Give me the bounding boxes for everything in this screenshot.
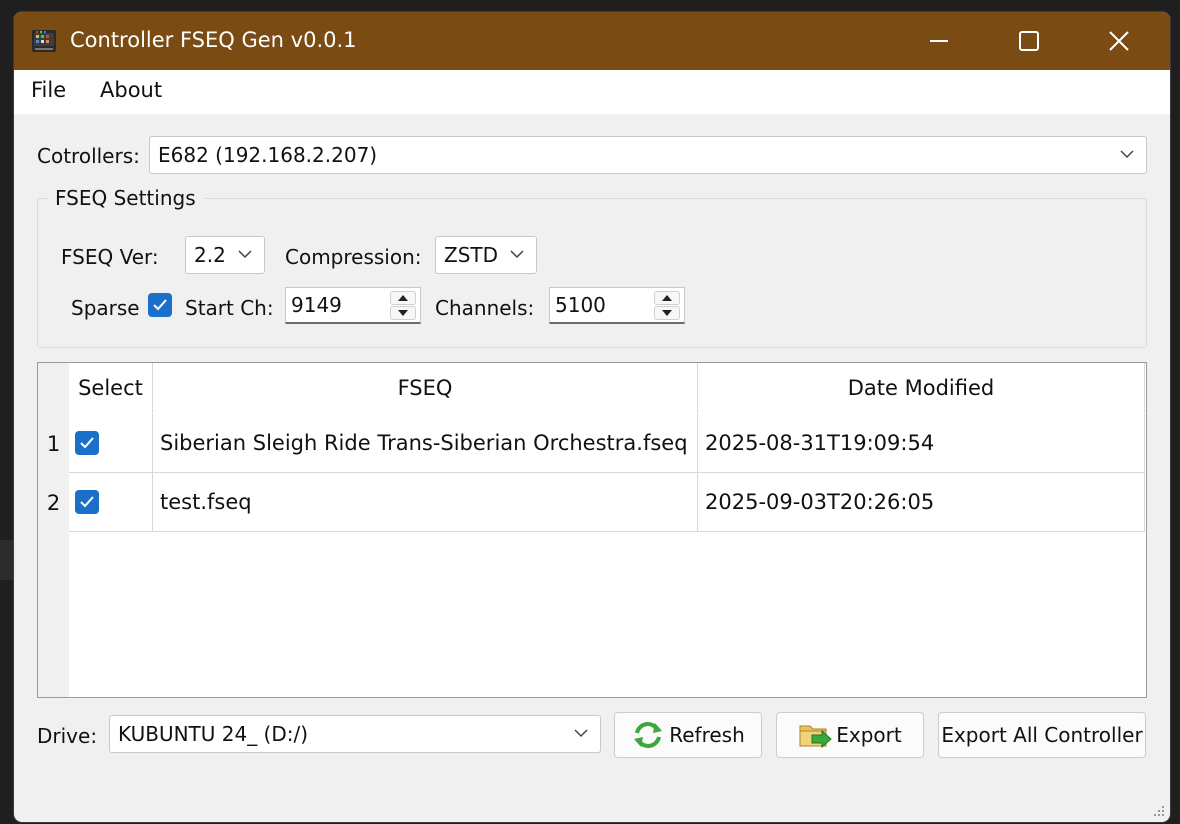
- minimize-icon: [930, 40, 948, 42]
- close-button[interactable]: [1074, 12, 1164, 70]
- table-row-fseq[interactable]: Siberian Sleigh Ride Trans-Siberian Orch…: [153, 414, 698, 473]
- arrow-up-icon: [662, 295, 672, 301]
- channels-label: Channels:: [435, 296, 535, 320]
- compression-value: ZSTD: [444, 243, 499, 267]
- channels-increment[interactable]: [654, 291, 680, 305]
- channels-decrement[interactable]: [654, 306, 680, 320]
- controllers-label: Cotrollers:: [37, 144, 140, 168]
- fseq-version-dropdown[interactable]: 2.2: [185, 236, 265, 274]
- chevron-down-icon: [238, 250, 252, 259]
- table-row-select-cell[interactable]: [69, 414, 153, 473]
- title-bar[interactable]: Controller FSEQ Gen v0.0.1: [14, 12, 1170, 70]
- drive-selected: KUBUNTU 24_ (D:/): [118, 722, 309, 746]
- compression-label: Compression:: [285, 245, 422, 269]
- export-button-label: Export: [836, 723, 902, 747]
- start-ch-decrement[interactable]: [390, 306, 416, 320]
- minimize-button[interactable]: [894, 12, 984, 70]
- start-ch-spinbox[interactable]: 9149: [285, 287, 421, 324]
- checkmark-icon: [80, 496, 94, 508]
- row-select-checkbox[interactable]: [75, 431, 99, 455]
- menu-file[interactable]: File: [31, 78, 66, 102]
- background-strip: [0, 540, 14, 580]
- app-window: Controller FSEQ Gen v0.0.1 File About Co…: [14, 12, 1170, 822]
- fseq-settings-title: FSEQ Settings: [47, 186, 204, 210]
- start-ch-increment[interactable]: [390, 291, 416, 305]
- arrow-down-icon: [662, 310, 672, 316]
- table-empty-area: [69, 533, 1146, 697]
- sparse-label: Sparse: [71, 296, 140, 320]
- resize-grip-icon[interactable]: [1150, 802, 1166, 818]
- drive-dropdown[interactable]: KUBUNTU 24_ (D:/): [109, 715, 601, 753]
- table-row-date[interactable]: 2025-08-31T19:09:54: [698, 414, 1145, 473]
- start-ch-value: 9149: [291, 293, 342, 317]
- refresh-icon: [634, 722, 663, 748]
- sparse-checkbox[interactable]: [148, 293, 172, 317]
- export-folder-icon: [799, 725, 833, 749]
- export-all-button-label: Export All Controller: [941, 723, 1143, 747]
- row-select-checkbox[interactable]: [75, 490, 99, 514]
- fseq-version-label: FSEQ Ver:: [61, 245, 159, 269]
- chevron-down-icon: [1120, 150, 1134, 159]
- fseq-table[interactable]: Select FSEQ Date Modified 1 Siberian Sle…: [37, 362, 1147, 698]
- table-row-fseq[interactable]: test.fseq: [153, 473, 698, 532]
- drive-label: Drive:: [37, 724, 98, 748]
- arrow-down-icon: [398, 310, 408, 316]
- arrow-up-icon: [398, 295, 408, 301]
- table-row-select-cell[interactable]: [69, 473, 153, 532]
- channels-spinbox[interactable]: 5100: [549, 287, 685, 324]
- start-ch-label: Start Ch:: [185, 296, 274, 320]
- checkmark-icon: [80, 437, 94, 449]
- close-icon: [1109, 31, 1129, 51]
- column-header-select[interactable]: Select: [69, 363, 153, 413]
- row-number: 1: [38, 414, 69, 473]
- menu-bar: File About: [14, 70, 1170, 114]
- window-title: Controller FSEQ Gen v0.0.1: [70, 28, 357, 52]
- refresh-button[interactable]: Refresh: [614, 712, 762, 758]
- checkmark-icon: [153, 299, 167, 311]
- table-row-date[interactable]: 2025-09-03T20:26:05: [698, 473, 1145, 532]
- channels-value: 5100: [555, 293, 606, 317]
- chevron-down-icon: [574, 729, 588, 738]
- chevron-down-icon: [510, 250, 524, 259]
- column-header-fseq[interactable]: FSEQ: [153, 363, 698, 413]
- maximize-icon: [1019, 31, 1039, 51]
- column-header-date-modified[interactable]: Date Modified: [698, 363, 1145, 413]
- menu-about[interactable]: About: [100, 78, 162, 102]
- app-icon: [32, 30, 56, 52]
- maximize-button[interactable]: [984, 12, 1074, 70]
- controllers-dropdown[interactable]: E682 (192.168.2.207): [149, 136, 1147, 174]
- row-number: 2: [38, 473, 69, 532]
- export-button[interactable]: Export: [776, 712, 924, 758]
- controllers-selected: E682 (192.168.2.207): [158, 143, 378, 167]
- compression-dropdown[interactable]: ZSTD: [435, 236, 537, 274]
- export-all-controller-button[interactable]: Export All Controller: [938, 712, 1146, 758]
- fseq-version-value: 2.2: [194, 243, 226, 267]
- refresh-button-label: Refresh: [669, 723, 745, 747]
